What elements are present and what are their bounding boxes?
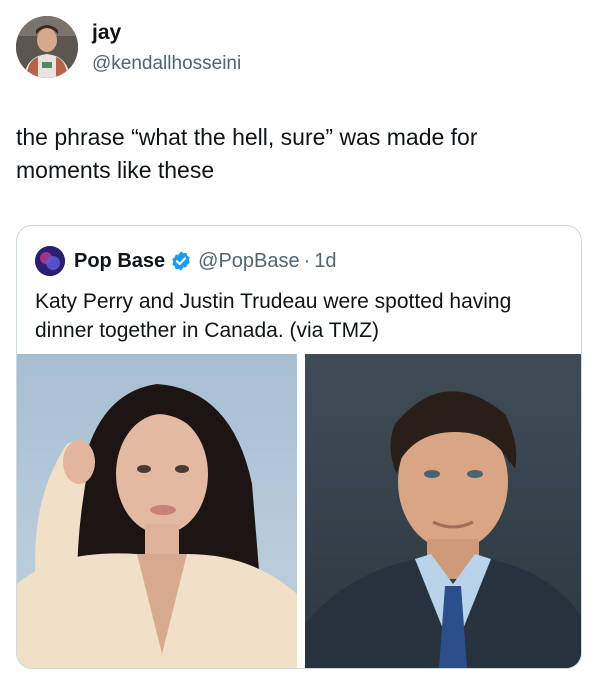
author-display-name[interactable]: jay bbox=[92, 22, 121, 43]
quoted-photo-justin-trudeau[interactable] bbox=[305, 354, 581, 668]
verified-badge-icon bbox=[172, 251, 190, 271]
avatar-image bbox=[16, 16, 78, 78]
quoted-author-handle[interactable]: @PopBase bbox=[198, 250, 299, 273]
quoted-author-display-name[interactable]: Pop Base bbox=[74, 250, 165, 273]
quoted-tweet-time[interactable]: 1d bbox=[314, 250, 336, 273]
quoted-tweet-header: Pop Base @PopBase · 1d bbox=[35, 245, 337, 277]
author-handle[interactable]: @kendallhosseini bbox=[92, 54, 241, 73]
author-avatar[interactable] bbox=[16, 16, 78, 78]
quoted-photo-katy-perry[interactable] bbox=[17, 354, 297, 668]
header-separator: · bbox=[303, 249, 311, 272]
photo-image-right bbox=[305, 391, 581, 668]
quoted-tweet-text: Katy Perry and Justin Trudeau were spott… bbox=[35, 290, 512, 342]
quoted-author-avatar[interactable] bbox=[35, 246, 65, 276]
tweet-text: the phrase “what the hell, sure” was mad… bbox=[16, 124, 478, 183]
quoted-tweet-card[interactable]: Pop Base @PopBase · 1d Katy Perry and Ju… bbox=[16, 225, 582, 669]
pop-base-logo bbox=[35, 246, 65, 276]
photo-image-left bbox=[17, 384, 297, 668]
